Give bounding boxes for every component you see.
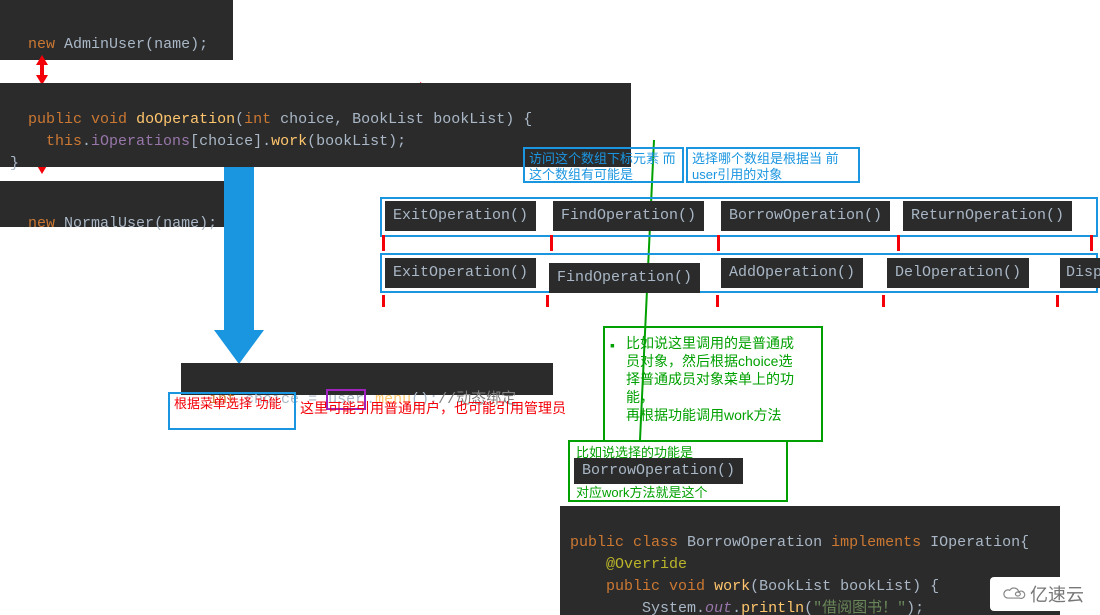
arg-name: name (163, 215, 199, 232)
arg-name: name (154, 36, 190, 53)
red-menu-note: 根据菜单选择 功能 (174, 396, 282, 411)
type-adminuser: AdminUser (64, 36, 145, 53)
watermark: 亿速云 (990, 577, 1094, 611)
cloud-icon (1000, 584, 1026, 604)
op-find: FindOperation() (553, 201, 704, 231)
keyword-new: new (28, 215, 55, 232)
blue-note-array-access: 访问这个数组下标元素 而这个数组有可能是 (523, 147, 684, 183)
fn-name: doOperation (136, 111, 235, 128)
modifiers: public void (28, 111, 127, 128)
code-menu-call: int choice = user.menu();//动态绑定 (181, 363, 553, 395)
op2-del: DelOperation() (887, 258, 1029, 288)
red-double-arrow-up-icon (36, 55, 48, 85)
op-return: ReturnOperation() (903, 201, 1072, 231)
op-borrow: BorrowOperation() (721, 201, 890, 231)
blue-note-user-choice: 选择哪个数组是根据当 前user引用的对象 (686, 147, 860, 183)
op2-add: AddOperation() (721, 258, 863, 288)
watermark-text: 亿速云 (1030, 581, 1084, 607)
keyword-new: new (28, 36, 55, 53)
op2-disp: Disp (1060, 258, 1100, 288)
menu-annotation-box: 根据菜单选择 功能 (168, 392, 296, 430)
green-big-note-bullet: ▪ (610, 336, 615, 354)
type-normaluser: NormalUser (64, 215, 154, 232)
op2-exit: ExitOperation() (385, 258, 536, 288)
green-big-note: 比如说这里调用的是普通成 员对象，然后根据choice选 择普通成员对象菜单上的… (626, 334, 818, 424)
code-admin-user: new AdminUser(name); (0, 0, 233, 60)
borrow-op-chip: BorrowOperation() (574, 458, 743, 484)
green-borrow-bot: 对应work方法就是这个 (576, 484, 707, 502)
op2-find: FindOperation() (549, 263, 700, 293)
red-under-menu-note: 这里可能引用普通用户，也可能引用管理员 (300, 400, 566, 416)
op-exit: ExitOperation() (385, 201, 536, 231)
code-borrow-class: public class BorrowOperation implements … (560, 506, 1060, 615)
code-normal-user: new NormalUser(name); (0, 181, 239, 227)
